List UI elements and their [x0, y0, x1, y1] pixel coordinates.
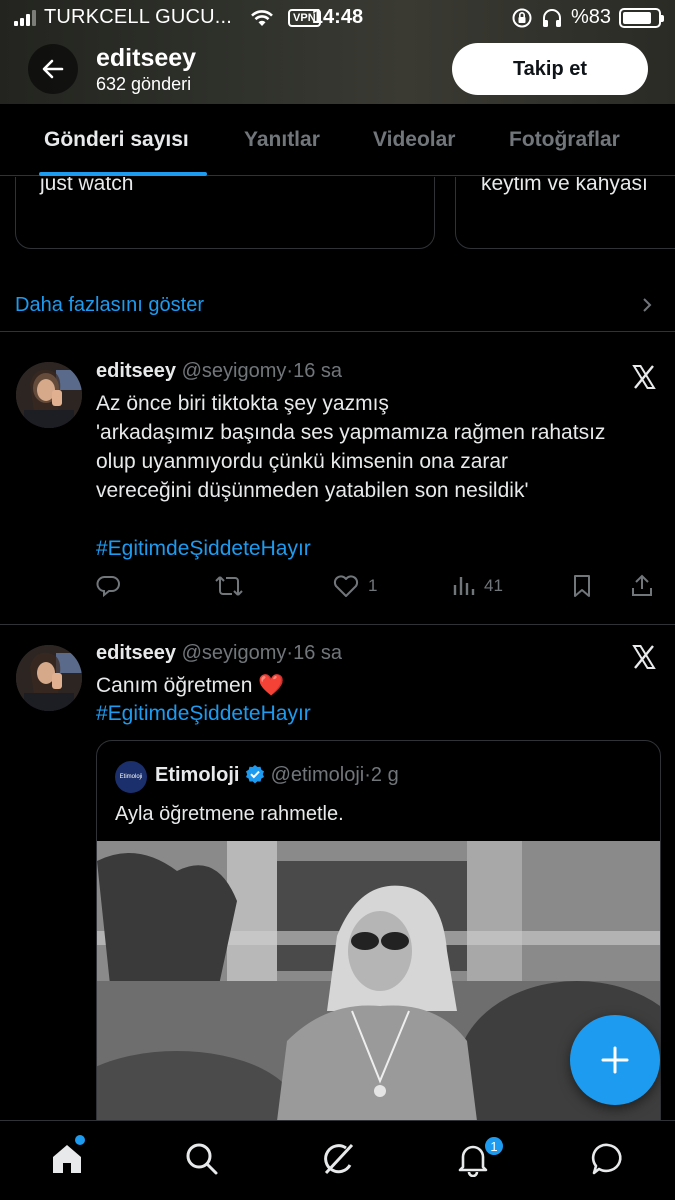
like-count: 1	[368, 576, 378, 595]
like-button[interactable]: 1	[332, 573, 377, 599]
author-name[interactable]: editseey	[96, 642, 176, 664]
author-handle[interactable]: @seyigomy	[182, 642, 287, 664]
bookmark-icon	[574, 575, 590, 597]
home-unread-dot	[75, 1135, 85, 1145]
tweet-time: 16 sa	[293, 642, 343, 664]
share-button[interactable]	[630, 573, 654, 599]
home-icon	[53, 1145, 81, 1173]
notification-badge: 1	[483, 1135, 505, 1157]
compose-button[interactable]	[570, 1015, 660, 1105]
nav-grok[interactable]	[318, 1139, 358, 1179]
carousel-card[interactable]: keytim ve kahyası	[455, 177, 675, 249]
messages-icon	[591, 1143, 622, 1175]
status-bar: TURKCELL GUCU... VPN 14:48 %83	[0, 0, 675, 36]
tweet-time: 16 sa	[293, 360, 343, 382]
tab-replies[interactable]: Yanıtlar	[244, 128, 320, 152]
tweet-text: Canım öğretmen ❤️	[96, 674, 285, 697]
quote-avatar[interactable]: Etimoloji	[115, 761, 147, 793]
view-count: 41	[484, 576, 503, 595]
plus-icon	[601, 1046, 629, 1074]
chevron-right-icon[interactable]	[641, 296, 653, 314]
quote-photo[interactable]	[97, 841, 661, 1160]
rotation-lock-icon	[512, 8, 532, 27]
tweet[interactable]: editseey @seyigomy·16 sa Az önce biri ti…	[0, 332, 675, 624]
meta-dot: ·	[364, 764, 371, 786]
avatar[interactable]	[16, 362, 82, 428]
author-name[interactable]: editseey	[96, 360, 176, 382]
author-handle[interactable]: @seyigomy	[182, 360, 287, 382]
profile-header: TURKCELL GUCU... VPN 14:48 %83 editseey …	[0, 0, 675, 104]
card-text: keytim ve kahyası	[481, 177, 648, 195]
x-logo-icon	[632, 365, 656, 389]
tweet-actions: 1 41	[96, 573, 660, 603]
quote-text: Ayla öğretmene rahmetle.	[115, 803, 344, 825]
quote-time: 2 g	[370, 764, 399, 786]
views-button[interactable]: 41	[452, 573, 503, 599]
tweet-line: vereceğini düşünmeden yatabilen son nesi…	[96, 479, 529, 502]
profile-name: editseey	[96, 44, 197, 72]
verified-badge-icon	[246, 765, 265, 784]
quote-author-handle[interactable]: @etimoloji	[271, 764, 365, 786]
nav-home[interactable]	[47, 1139, 87, 1179]
views-icon	[453, 577, 475, 595]
tab-videos[interactable]: Videolar	[373, 128, 455, 152]
tab-photos[interactable]: Fotoğraflar	[509, 128, 620, 152]
card-text: just watch	[40, 177, 134, 195]
nav-messages[interactable]	[588, 1139, 628, 1179]
back-button[interactable]	[28, 44, 78, 94]
follow-button[interactable]: Takip et	[452, 43, 648, 95]
tweet-line: Az önce biri tiktokta şey yazmış	[96, 392, 389, 415]
heart-icon	[333, 575, 359, 597]
tweet-header: editseey @seyigomy·16 sa	[96, 360, 342, 383]
post-count: 632 gönderi	[96, 74, 192, 94]
tweet-line: 'arkadaşımız başında ses yapmamıza rağme…	[96, 421, 606, 444]
quoted-tweet[interactable]: Etimoloji Etimoloji @etimoloji·2 g Ayla …	[96, 740, 661, 1160]
repost-button[interactable]	[214, 573, 244, 599]
carousel-card[interactable]: just watch	[15, 177, 435, 249]
bottom-nav: 1	[0, 1120, 675, 1200]
card-carousel: just watch keytim ve kahyası Daha fazlas…	[0, 177, 675, 332]
x-logo-icon	[632, 645, 656, 669]
bookmark-button[interactable]	[570, 573, 594, 599]
battery-icon	[619, 7, 664, 28]
headphones-icon	[542, 8, 561, 27]
tweet-text: Az önce biri tiktokta şey yazmış 'arkada…	[96, 389, 657, 505]
reply-button[interactable]	[96, 573, 122, 599]
reply-icon	[96, 576, 120, 598]
tab-posts[interactable]: Gönderi sayısı	[44, 128, 189, 152]
quote-author-name[interactable]: Etimoloji	[155, 764, 239, 786]
profile-tabs: Gönderi sayısı Yanıtlar Videolar Fotoğra…	[0, 104, 675, 176]
hashtag-link[interactable]: #EgitimdeŞiddeteHayır	[96, 534, 657, 563]
hashtag-link[interactable]: #EgitimdeŞiddeteHayır	[96, 699, 657, 728]
tweet-header: editseey @seyigomy·16 sa	[96, 642, 342, 665]
tweet-line: olup uyanmıyordu çünkü kimsenin ona zara…	[96, 450, 509, 473]
avatar[interactable]	[16, 645, 82, 711]
nav-search[interactable]	[182, 1139, 222, 1179]
search-icon	[186, 1143, 218, 1175]
quote-header: Etimoloji @etimoloji·2 g	[155, 764, 399, 787]
arrow-left-icon	[42, 59, 64, 79]
share-icon	[632, 574, 652, 596]
battery-percent: %83	[570, 6, 611, 28]
status-right: %83	[511, 6, 664, 29]
tab-indicator	[39, 172, 207, 176]
grok-icon	[324, 1143, 354, 1175]
show-more-link[interactable]: Daha fazlasını göster	[15, 294, 204, 317]
repost-icon	[215, 576, 243, 596]
